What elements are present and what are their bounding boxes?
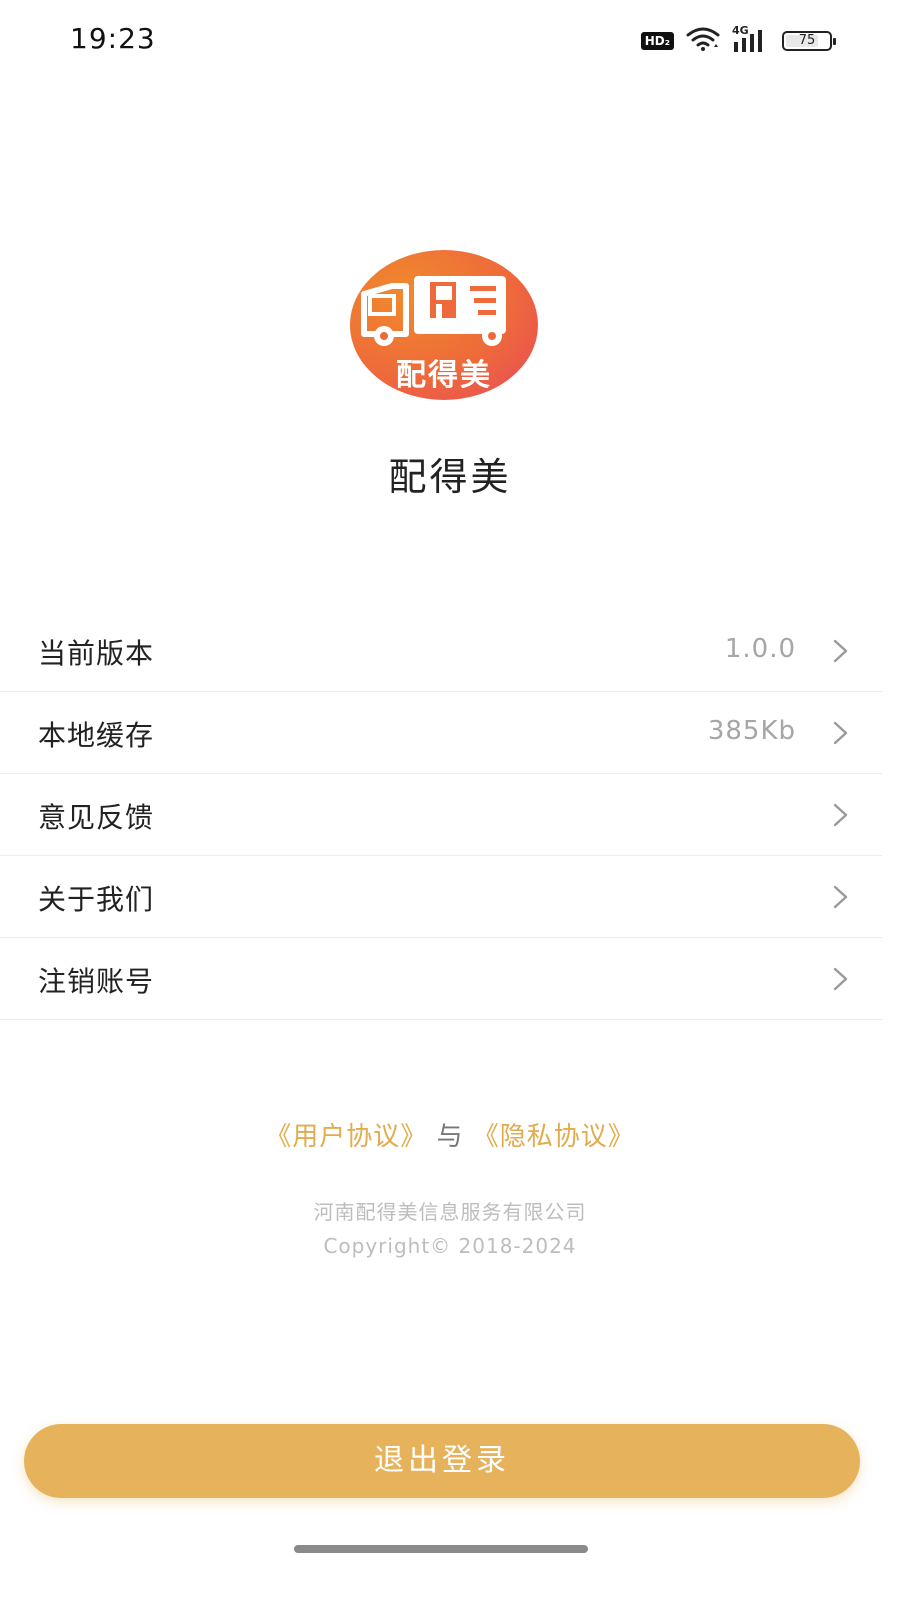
- menu-item-feedback[interactable]: 意见反馈: [0, 774, 882, 856]
- signal-icon: 4G: [732, 24, 770, 54]
- logo-text: 配得美: [396, 358, 492, 393]
- menu-item-label: 注销账号: [38, 965, 155, 998]
- wifi-icon: [686, 26, 720, 56]
- chevron-right-icon: [833, 721, 848, 745]
- chevron-right-icon: [833, 967, 848, 991]
- home-indicator[interactable]: [294, 1545, 588, 1553]
- user-agreement-link[interactable]: 《用户协议》: [265, 1122, 427, 1152]
- menu-item-label: 本地缓存: [38, 719, 155, 752]
- menu-item-label: 当前版本: [38, 637, 155, 670]
- chevron-right-icon: [833, 803, 848, 827]
- battery-icon: 75: [782, 31, 836, 51]
- menu-item-about[interactable]: 关于我们: [0, 856, 882, 938]
- chevron-right-icon: [833, 885, 848, 909]
- menu-item-cache[interactable]: 本地缓存 385Kb: [0, 692, 882, 774]
- menu-item-version[interactable]: 当前版本 1.0.0: [0, 610, 882, 692]
- hd-badge: HD₂: [640, 32, 674, 50]
- status-time: 19:23: [70, 22, 156, 55]
- status-bar: 19:23 HD₂ 4G 75: [0, 0, 900, 80]
- menu-item-value: 1.0.0: [724, 634, 796, 664]
- app-logo: 配得美: [350, 250, 538, 400]
- company-name: 河南配得美信息服务有限公司: [313, 1200, 587, 1224]
- logout-button[interactable]: 退出登录: [24, 1424, 860, 1498]
- agreement-separator: 与: [436, 1122, 464, 1152]
- copyright: Copyright© 2018-2024: [323, 1234, 577, 1258]
- agreements: 《用户协议》 与 《隐私协议》: [0, 1116, 900, 1153]
- menu-item-label: 关于我们: [38, 883, 155, 916]
- menu-item-delete-account[interactable]: 注销账号: [0, 938, 882, 1020]
- chevron-right-icon: [833, 639, 848, 663]
- app-name: 配得美: [388, 455, 512, 499]
- privacy-agreement-link[interactable]: 《隐私协议》: [473, 1122, 635, 1152]
- battery-cap: [833, 38, 836, 45]
- battery-level: 75: [798, 33, 816, 48]
- menu-item-value: 385Kb: [707, 716, 796, 746]
- settings-menu: 当前版本 1.0.0 本地缓存 385Kb 意见反馈 关于我们 注销账号: [0, 610, 882, 1020]
- status-icons: HD₂ 4G 75: [640, 24, 836, 56]
- menu-item-label: 意见反馈: [38, 801, 155, 834]
